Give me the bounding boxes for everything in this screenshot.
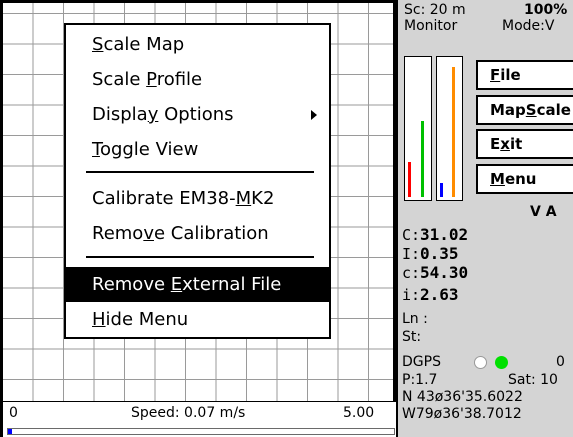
speed-readout: Speed: 0.07 m/s	[131, 405, 246, 421]
menu-item-label: Calibrate EM38-MK2	[92, 188, 275, 209]
menu-item-label: Scale Map	[92, 34, 185, 55]
menu-separator	[86, 256, 314, 258]
va-label: V A	[530, 204, 557, 220]
menu-item-remove-external-file[interactable]: Remove External File	[66, 267, 329, 302]
dgps-label: DGPS	[402, 354, 441, 370]
mapscale-button-label: MapScale	[490, 101, 571, 119]
latitude-readout: N 43ø36'35.6022	[402, 389, 523, 405]
mode-readout: Mode:V	[502, 18, 555, 34]
longitude-readout: W79ø36'38.7012	[402, 406, 522, 422]
c-label: C:	[402, 226, 421, 244]
menu-item-scale-profile[interactable]: Scale Profile	[66, 62, 329, 97]
st-label: St:	[402, 329, 422, 345]
progress-fill	[8, 429, 12, 434]
gps-count: 0	[556, 354, 565, 370]
gauge-bar-blue	[440, 183, 443, 197]
menu-item-label: Remove Calibration	[92, 223, 269, 244]
menu-button-label: Menu	[490, 170, 537, 188]
monitor-label: Monitor	[404, 18, 458, 34]
context-menu: Scale Map Scale Profile Display Options …	[64, 23, 331, 339]
menu-item-display-options[interactable]: Display Options	[66, 97, 329, 132]
menu-item-label: Remove External File	[92, 274, 282, 295]
speed-min-value: 0	[9, 405, 18, 421]
speed-max-value: 5.00	[343, 405, 375, 421]
i-lower-value: 2.63	[420, 285, 459, 304]
menu-item-remove-calibration[interactable]: Remove Calibration	[66, 216, 329, 251]
device-screen: Scale Map Scale Profile Display Options …	[0, 0, 573, 437]
i-value: 0.35	[420, 244, 459, 263]
menu-item-toggle-view[interactable]: Toggle View	[66, 132, 329, 167]
c-lower-label: c:	[402, 264, 421, 282]
i-lower-label: i:	[402, 286, 421, 304]
exit-button[interactable]: Exit	[476, 129, 573, 159]
speed-bar: 0 Speed: 0.07 m/s 5.00	[0, 402, 396, 437]
menu-item-calibrate[interactable]: Calibrate EM38-MK2	[66, 181, 329, 216]
ln-label: Ln :	[402, 311, 428, 327]
percent-readout: 100%	[524, 2, 568, 18]
file-button[interactable]: File	[476, 60, 573, 90]
pdop-readout: P:1.7	[402, 372, 438, 388]
gps-status-white-icon	[474, 356, 487, 369]
submenu-arrow-icon	[311, 110, 317, 120]
gauge-bar-orange	[452, 67, 455, 197]
exit-button-label: Exit	[490, 135, 523, 153]
menu-item-label: Hide Menu	[92, 309, 189, 330]
status-panel: Sc: 20 m 100% Monitor Mode:V File MapSca…	[396, 0, 573, 437]
c-lower-value: 54.30	[420, 263, 469, 282]
gauge-left	[404, 56, 432, 201]
mapscale-button[interactable]: MapScale	[476, 95, 573, 125]
menu-separator	[86, 171, 314, 173]
progress-bar	[7, 428, 395, 435]
satellite-count: Sat: 10	[508, 372, 558, 388]
menu-item-hide-menu[interactable]: Hide Menu	[66, 302, 329, 337]
menu-item-label: Scale Profile	[92, 69, 203, 90]
menu-item-label: Toggle View	[92, 139, 199, 160]
gauge-bar-green	[421, 121, 424, 197]
scale-readout: Sc: 20 m	[404, 2, 466, 18]
file-button-label: File	[490, 66, 521, 84]
gauge-right	[436, 56, 463, 201]
menu-button[interactable]: Menu	[476, 164, 573, 194]
gps-status-green-icon	[495, 356, 508, 369]
i-label: I:	[402, 245, 421, 263]
menu-item-scale-map[interactable]: Scale Map	[66, 27, 329, 62]
menu-item-label: Display Options	[92, 104, 234, 125]
c-value: 31.02	[420, 225, 469, 244]
gauge-bar-red	[408, 162, 411, 197]
